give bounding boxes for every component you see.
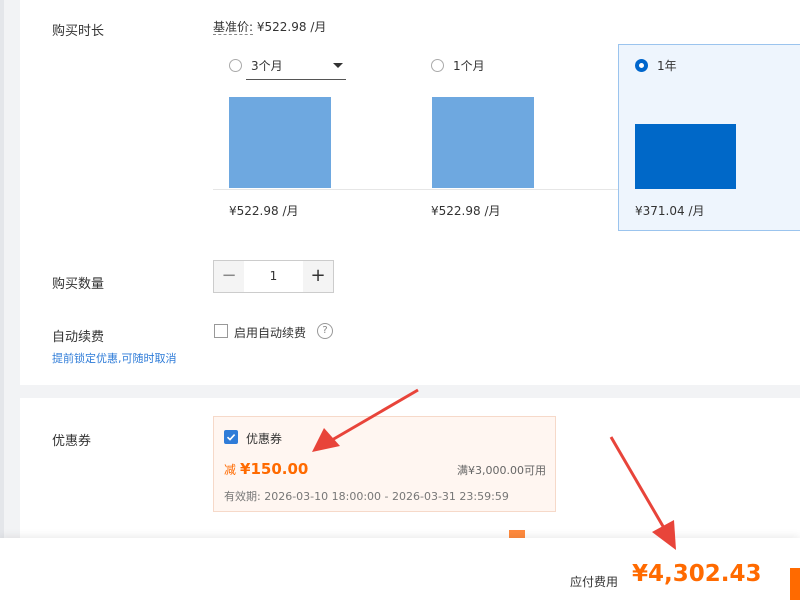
coupon-discount-prefix: 减 (224, 463, 237, 477)
coupon-name: 优惠券 (246, 432, 283, 446)
option-label-3-months: 3个月 (251, 59, 283, 73)
increment-button[interactable]: + (303, 261, 333, 292)
coupon-discount: 减 ¥150.00 (224, 460, 308, 478)
base-price-label: 基准价: (213, 20, 254, 35)
coupon-validity: 有效期: 2026-03-10 18:00:00 - 2026-03-31 23… (224, 490, 509, 503)
auto-renew-label: 自动续费 (52, 330, 105, 345)
auto-renew-hint: 提前锁定优惠,可随时取消 (52, 352, 177, 365)
option-price-1-month: ¥522.98 /月 (431, 204, 501, 218)
option-price-3-months: ¥522.98 /月 (229, 204, 299, 218)
left-edge (0, 0, 4, 600)
base-price: 基准价: ¥522.98 /月 (213, 18, 326, 35)
duration-option-1-month[interactable]: 1个月 ¥522.98 /月 (415, 45, 618, 230)
auto-renew-checkbox-label[interactable]: 启用自动续费 (234, 324, 306, 341)
purchase-page: 购买时长 基准价: ¥522.98 /月 3个月 ¥522.98 /月 1个月 … (0, 0, 800, 600)
coupon-condition: 满¥3,000.00可用 (457, 464, 546, 477)
base-price-value: ¥522.98 /月 (256, 20, 327, 34)
due-amount: ¥4,302.43 (632, 561, 762, 587)
option-label-1-year: 1年 (657, 59, 677, 73)
decrement-button[interactable]: − (214, 261, 244, 292)
quantity-input[interactable]: 1 (244, 261, 303, 292)
quantity-label: 购买数量 (52, 277, 105, 292)
radio-1-month[interactable] (431, 59, 444, 72)
price-bar-1-month (432, 97, 534, 188)
due-label: 应付费用 (570, 575, 619, 589)
duration-option-1-year[interactable]: 1年 ¥371.04 /月 (618, 44, 800, 231)
dropdown-underline (246, 79, 346, 80)
quantity-stepper: − 1 + (213, 260, 334, 293)
duration-option-3-months[interactable]: 3个月 ¥522.98 /月 (213, 45, 415, 230)
option-label-1-month: 1个月 (453, 59, 485, 73)
duration-label: 购买时长 (52, 24, 105, 39)
submit-button[interactable] (790, 568, 800, 600)
coupon-checkbox[interactable] (224, 430, 238, 444)
auto-renew-checkbox[interactable] (214, 324, 228, 338)
coupon-item[interactable]: 优惠券 减 ¥150.00 满¥3,000.00可用 有效期: 2026-03-1… (213, 416, 556, 512)
coupon-discount-amount: ¥150.00 (240, 460, 309, 478)
price-bar-3-months (229, 97, 331, 188)
footer-bar: 应付费用 ¥4,302.43 (0, 538, 800, 600)
option-price-1-year: ¥371.04 /月 (635, 204, 705, 218)
coupon-label: 优惠券 (52, 434, 92, 449)
bar-baseline (213, 189, 618, 190)
help-icon[interactable]: ? (317, 323, 333, 339)
price-bar-1-year (635, 124, 736, 189)
radio-1-year[interactable] (635, 59, 648, 72)
check-icon (226, 434, 236, 441)
chevron-down-icon[interactable] (333, 63, 343, 68)
radio-3-months[interactable] (229, 59, 242, 72)
